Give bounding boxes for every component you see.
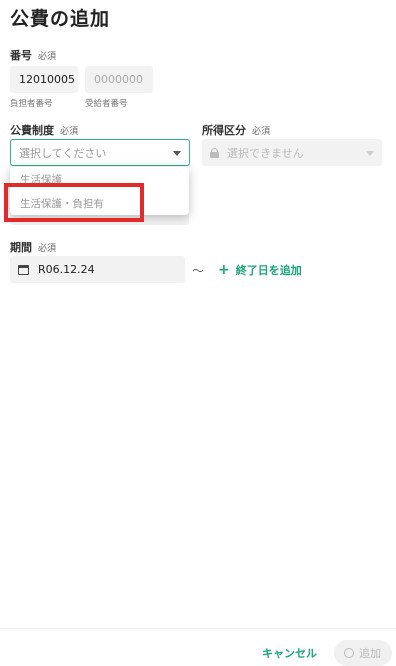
add-end-date-button[interactable]: + 終了日を追加 (218, 262, 302, 278)
recipient-number-caption: 受給者番号 (85, 99, 128, 109)
income-select-placeholder: 選択できません (227, 146, 304, 160)
add-button-label: 追加 (359, 647, 381, 660)
system-select[interactable]: 選択してください (10, 139, 190, 166)
system-label: 公費制度 必須 (10, 122, 78, 138)
plus-icon: + (218, 261, 230, 278)
income-label-text: 所得区分 (202, 124, 246, 137)
chevron-down-icon (366, 150, 374, 156)
system-select-placeholder: 選択してください (19, 146, 107, 160)
start-date-input[interactable]: R06.12.24 (10, 256, 185, 283)
required-badge: 必須 (38, 52, 57, 62)
chevron-down-icon (173, 150, 181, 156)
required-badge: 必須 (38, 244, 57, 254)
highlight-box (4, 183, 144, 222)
system-label-text: 公費制度 (10, 124, 54, 137)
start-date-value: R06.12.24 (38, 263, 95, 276)
info-icon (344, 648, 354, 658)
add-button[interactable]: 追加 (334, 640, 392, 666)
income-label: 所得区分 必須 (202, 122, 270, 138)
number-label-text: 番号 (10, 49, 32, 62)
period-label: 期間 必須 (10, 239, 56, 255)
income-select: 選択できません (202, 139, 382, 166)
payer-number-input[interactable]: 12010005 (10, 66, 78, 93)
page-title: 公費の追加 (10, 8, 111, 30)
lock-icon (210, 147, 219, 158)
footer-divider (0, 628, 396, 629)
required-badge: 必須 (252, 127, 271, 137)
recipient-number-input[interactable]: 0000000 (85, 66, 153, 93)
payer-number-caption: 負担者番号 (10, 99, 53, 109)
add-end-date-label: 終了日を追加 (235, 264, 302, 277)
date-separator: ～ (192, 264, 205, 278)
number-label: 番号 必須 (10, 47, 56, 63)
period-label-text: 期間 (10, 241, 32, 254)
calendar-icon (18, 264, 29, 275)
required-badge: 必須 (60, 127, 79, 137)
cancel-button[interactable]: キャンセル (262, 645, 317, 661)
